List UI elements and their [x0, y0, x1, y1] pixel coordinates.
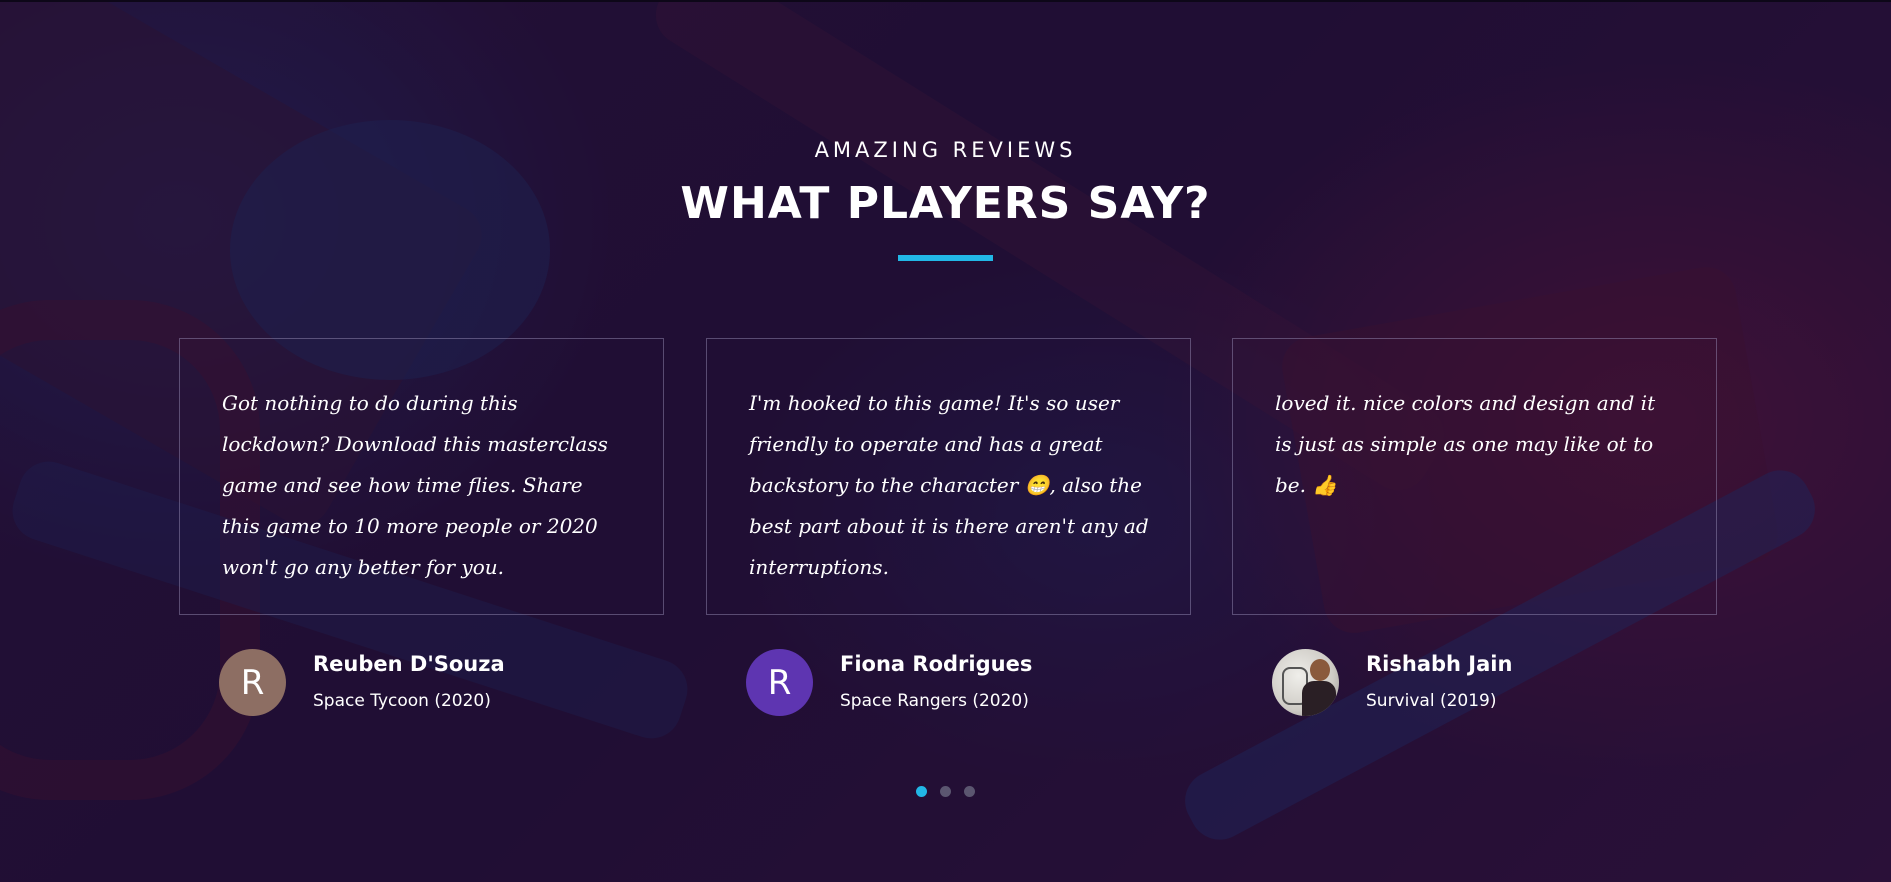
review-author: Rishabh Jain Survival (2019): [1232, 649, 1759, 719]
review-carousel: Got nothing to do during this lockdown? …: [179, 338, 1719, 728]
testimonials-section: AMAZING REVIEWS WHAT PLAYERS SAY? Got no…: [0, 0, 1891, 882]
carousel-dot-3[interactable]: [964, 786, 975, 797]
photo-person-body: [1302, 681, 1336, 716]
review-quote: Got nothing to do during this lockdown? …: [222, 391, 608, 579]
avatar: R: [746, 649, 813, 716]
carousel-dot-1[interactable]: [916, 786, 927, 797]
review-card: I'm hooked to this game! It's so user fr…: [706, 338, 1233, 719]
review-quote-box: Got nothing to do during this lockdown? …: [179, 338, 664, 615]
review-card: loved it. nice colors and design and it …: [1232, 338, 1759, 719]
review-quote-box: I'm hooked to this game! It's so user fr…: [706, 338, 1191, 615]
review-author: R Reuben D'Souza Space Tycoon (2020): [179, 649, 706, 719]
review-card: Got nothing to do during this lockdown? …: [179, 338, 706, 719]
review-author: R Fiona Rodrigues Space Rangers (2020): [706, 649, 1233, 719]
section-title: WHAT PLAYERS SAY?: [680, 178, 1211, 229]
section-header: AMAZING REVIEWS WHAT PLAYERS SAY?: [0, 138, 1891, 261]
review-quote: loved it. nice colors and design and it …: [1275, 391, 1656, 497]
avatar-photo: [1272, 649, 1339, 716]
reviewer-name: Reuben D'Souza: [313, 652, 505, 676]
reviewer-game: Space Tycoon (2020): [313, 691, 491, 711]
section-eyebrow: AMAZING REVIEWS: [814, 138, 1077, 162]
avatar: R: [219, 649, 286, 716]
review-quote: I'm hooked to this game! It's so user fr…: [749, 391, 1149, 579]
reviewer-name: Rishabh Jain: [1366, 652, 1513, 676]
reviewer-name: Fiona Rodrigues: [840, 652, 1033, 676]
review-quote-box: loved it. nice colors and design and it …: [1232, 338, 1717, 615]
carousel-dot-2[interactable]: [940, 786, 951, 797]
reviewer-game: Survival (2019): [1366, 691, 1497, 711]
carousel-dots: [0, 786, 1891, 797]
top-divider: [0, 0, 1891, 2]
photo-person-head: [1310, 659, 1330, 681]
title-underline: [898, 255, 993, 261]
reviewer-game: Space Rangers (2020): [840, 691, 1029, 711]
